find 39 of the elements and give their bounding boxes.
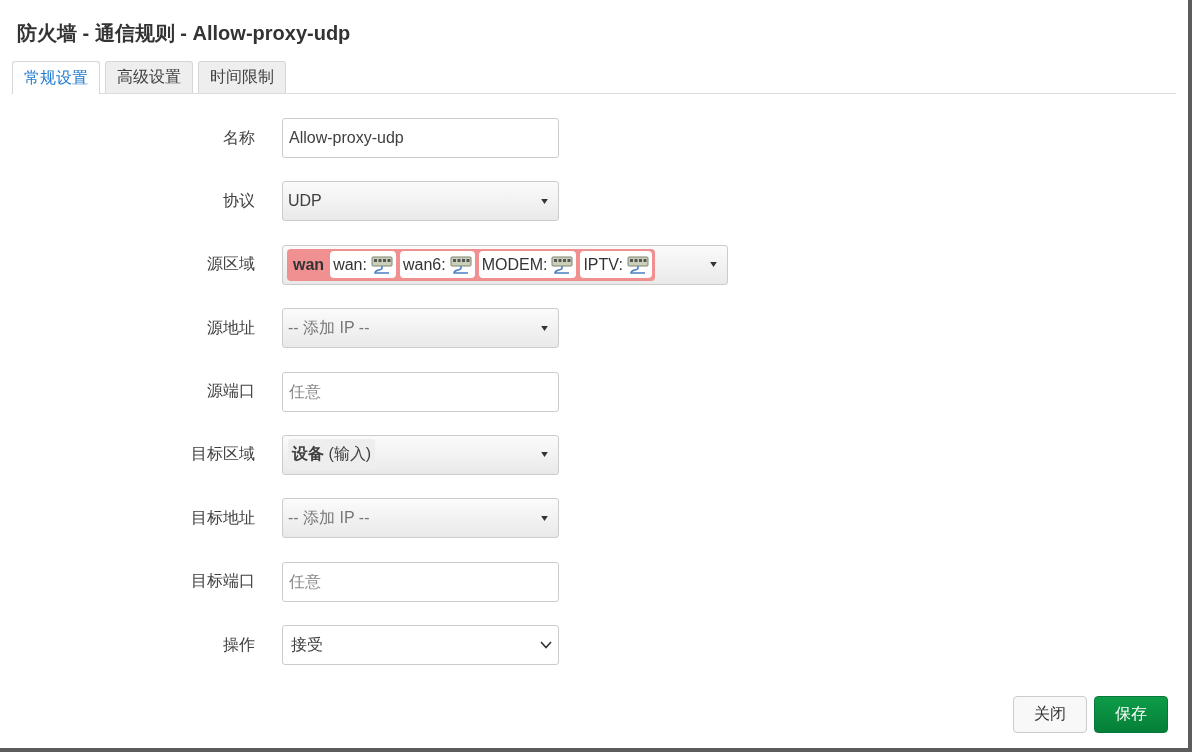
network-port-icon [626, 254, 649, 275]
select-field[interactable]: 接受 [282, 625, 559, 666]
dropdown[interactable]: UDP [282, 181, 559, 222]
field-label: 目标区域 [191, 444, 255, 465]
caret-icon [541, 198, 548, 204]
tab[interactable]: 常规设置 [12, 61, 100, 94]
field-label: 源地址 [207, 317, 255, 338]
field-label: 目标地址 [191, 507, 255, 528]
field-label: 源端口 [207, 381, 255, 402]
zone-dropdown[interactable]: wan wan: wan6: MODEM: IPTV: [282, 244, 728, 285]
caret-icon [541, 515, 548, 521]
zone-dropdown[interactable]: 设备 (输入) [282, 434, 559, 475]
tab[interactable]: 高级设置 [105, 61, 193, 93]
dialog-title: 防火墙 - 通信规则 - Allow-proxy-udp [17, 21, 351, 46]
field-label: 名称 [223, 127, 255, 148]
tab[interactable]: 时间限制 [198, 61, 286, 93]
close-button[interactable]: 关闭 [1013, 696, 1087, 733]
network-name: wan6: [402, 255, 446, 274]
network-port-icon [370, 254, 393, 275]
save-button[interactable]: 保存 [1094, 696, 1168, 733]
chevron-down-icon [540, 641, 552, 650]
network-name: wan: [333, 255, 367, 274]
network-port-icon [449, 254, 472, 275]
network-name: IPTV: [583, 255, 623, 274]
caret-icon [541, 325, 548, 331]
network-port-icon [551, 254, 574, 275]
text-field[interactable]: Allow-proxy-udp [282, 118, 559, 158]
caret-icon [541, 452, 548, 458]
dropdown[interactable]: -- 添加 IP -- [282, 498, 559, 539]
text-field[interactable]: 任意 [282, 371, 559, 412]
zone-name: wan [293, 255, 325, 274]
network-name: MODEM: [481, 255, 548, 274]
caret-icon [710, 262, 717, 268]
field-label: 目标端口 [191, 571, 255, 592]
field-label: 协议 [223, 190, 255, 211]
field-label: 源区域 [207, 254, 255, 275]
text-field[interactable]: 任意 [282, 561, 559, 602]
dropdown[interactable]: -- 添加 IP -- [282, 308, 559, 349]
field-label: 操作 [223, 634, 255, 655]
